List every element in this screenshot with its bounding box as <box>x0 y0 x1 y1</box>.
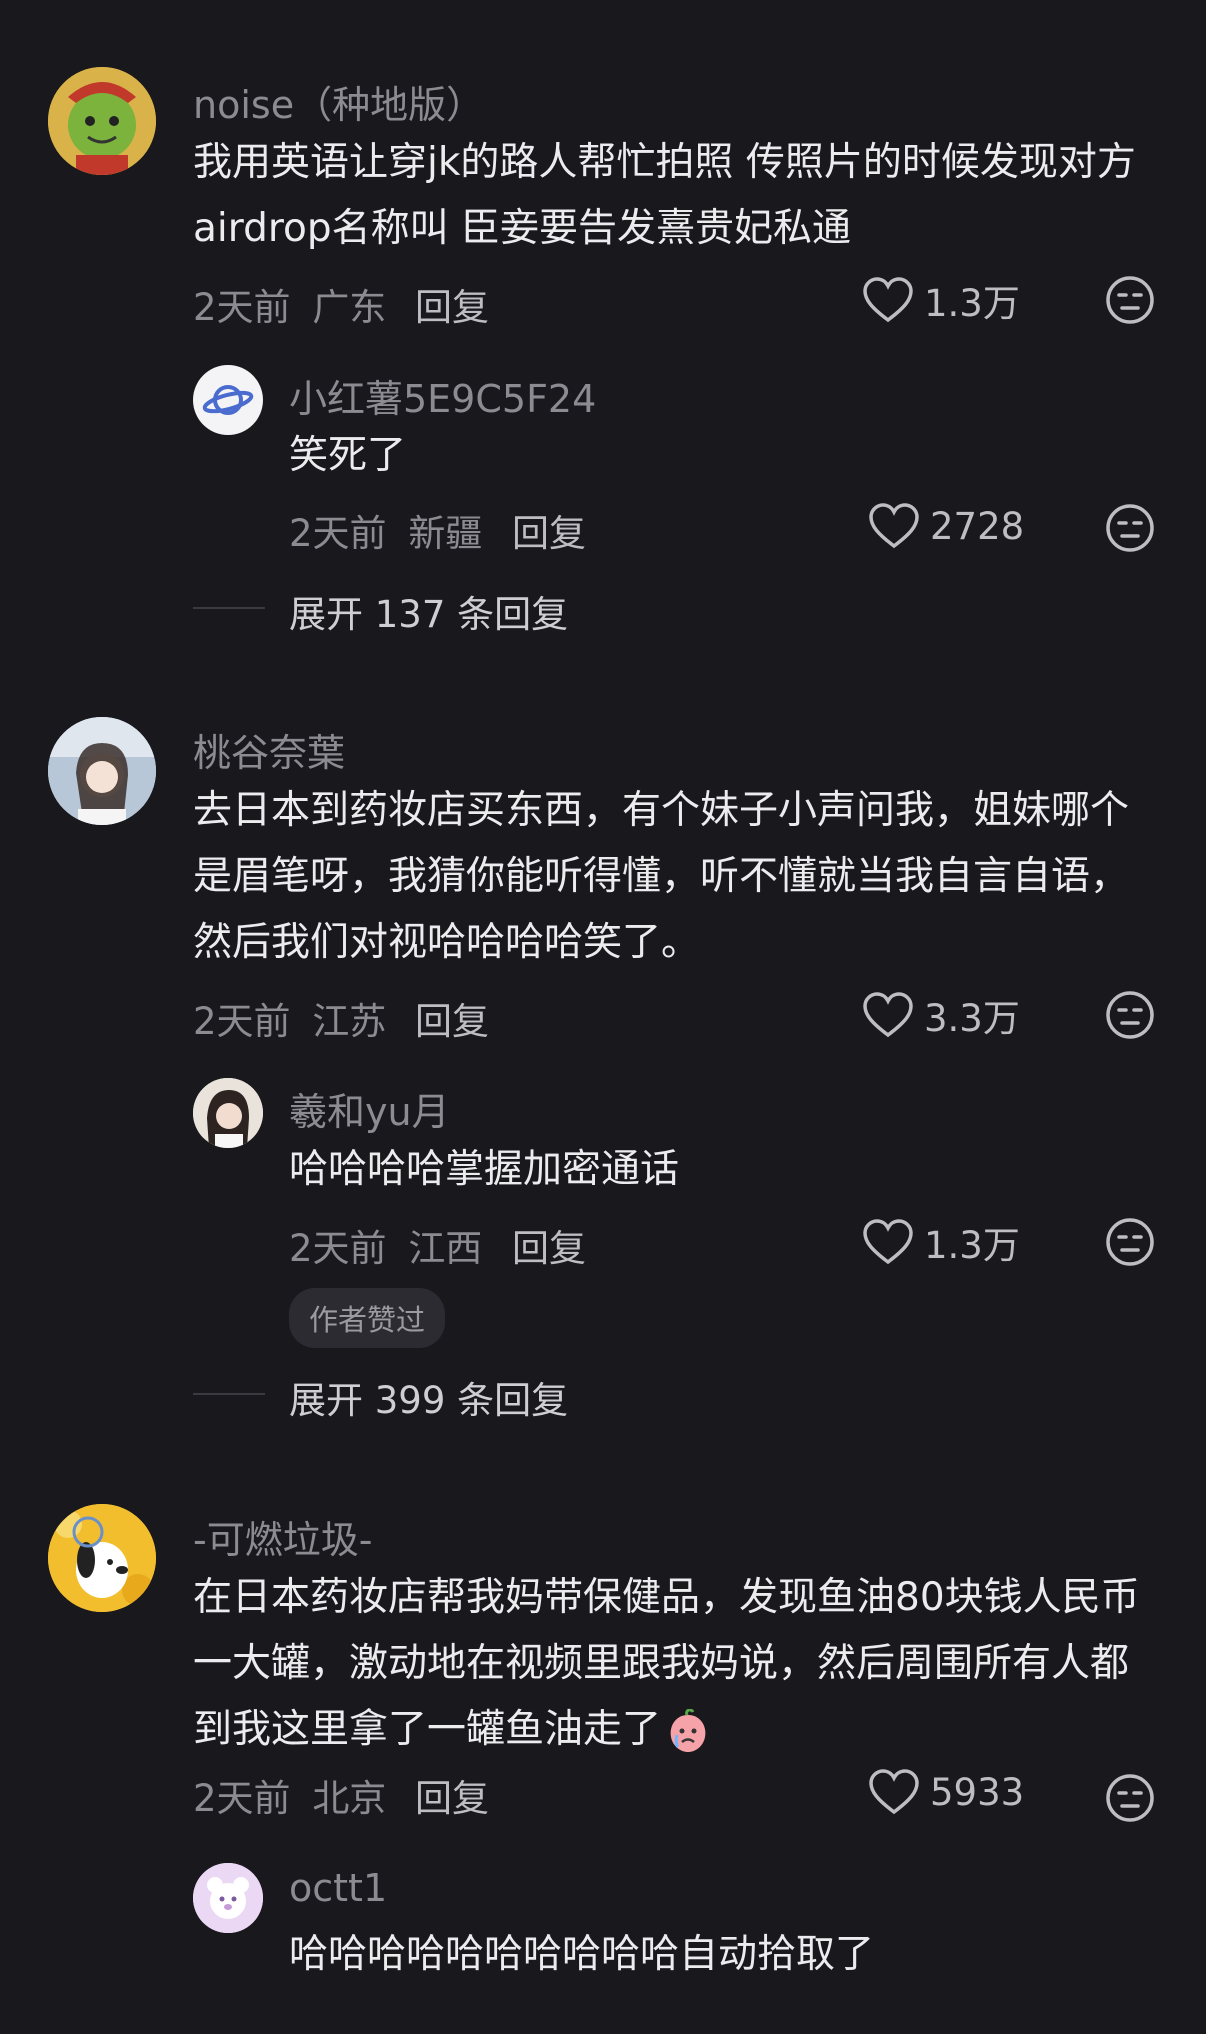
comment-text: 我用英语让穿jk的路人帮忙拍照 传照片的时候发现对方airdrop名称叫 臣妾要… <box>193 140 1136 251</box>
reply-text: 笑死了 <box>289 433 407 478</box>
reply-username[interactable]: octt1 <box>289 1866 387 1910</box>
like-button[interactable]: 1.3万 <box>862 273 1020 327</box>
avatar-image <box>48 67 156 175</box>
reply-text: 哈哈哈哈哈哈哈哈哈哈自动拾取了 <box>289 1932 875 1977</box>
expand-divider <box>193 607 265 609</box>
reply-button[interactable]: 回复 <box>415 1768 489 1822</box>
heart-outline-icon <box>869 503 919 549</box>
reply-button[interactable]: 回复 <box>512 1218 586 1272</box>
meh-face-icon[interactable] <box>1105 503 1155 553</box>
comment-username[interactable]: 桃谷奈葉 <box>193 722 345 777</box>
reply-button[interactable]: 回复 <box>512 503 586 557</box>
heart-outline-icon <box>869 1769 919 1815</box>
avatar[interactable] <box>48 67 156 175</box>
avatar[interactable] <box>48 1504 156 1612</box>
reply-time: 2天前 新疆 <box>289 503 482 557</box>
reply-location: 江西 <box>408 1227 483 1270</box>
like-count: 5933 <box>930 1770 1025 1814</box>
comment-location: 江苏 <box>312 1000 387 1043</box>
like-count: 1.3万 <box>924 282 1020 325</box>
author-liked-badge: 作者赞过 <box>289 1288 446 1348</box>
comment-time: 2天前 江苏 <box>193 991 386 1045</box>
like-button[interactable]: 5933 <box>868 1768 1024 1816</box>
like-button[interactable]: 2728 <box>868 502 1024 550</box>
comment-text: 在日本药妆店帮我妈带保健品，发现鱼油80块钱人民币一大罐，激动地在视频里跟我妈说… <box>193 1565 1163 1763</box>
comment-username[interactable]: -可燃垃圾- <box>193 1509 372 1564</box>
reply-avatar[interactable] <box>193 1078 263 1148</box>
reply-time: 2天前 江西 <box>289 1218 482 1272</box>
reply-button[interactable]: 回复 <box>415 991 489 1045</box>
reply-avatar[interactable] <box>193 1863 263 1933</box>
reply-button[interactable]: 回复 <box>415 277 489 331</box>
heart-outline-icon <box>863 992 913 1038</box>
planet-icon <box>202 385 254 415</box>
reply-time-value: 2天前 <box>289 512 387 555</box>
comment-username[interactable]: noise（种地版） <box>193 74 484 129</box>
like-button[interactable]: 3.3万 <box>862 988 1020 1042</box>
avatar-image <box>193 1078 263 1148</box>
meh-face-icon[interactable] <box>1105 275 1155 325</box>
meh-face-icon[interactable] <box>1105 990 1155 1040</box>
reply-text: 哈哈哈哈掌握加密通话 <box>289 1147 680 1192</box>
meh-face-icon[interactable] <box>1105 1773 1155 1823</box>
like-count: 3.3万 <box>924 997 1020 1040</box>
avatar-image <box>48 717 156 825</box>
meh-face-icon[interactable] <box>1105 1217 1155 1267</box>
reply-avatar[interactable] <box>193 365 263 435</box>
like-button[interactable]: 1.3万 <box>862 1215 1020 1269</box>
comment-text: 去日本到药妆店买东西，有个妹子小声问我，姐妹哪个是眉笔呀，我猜你能听得懂，听不懂… <box>193 788 1130 965</box>
crying-peach-emoji <box>670 1708 706 1752</box>
comment-time: 2天前 北京 <box>193 1768 386 1822</box>
like-count: 1.3万 <box>924 1224 1020 1267</box>
comment-time-value: 2天前 <box>193 1000 291 1043</box>
expand-replies-button[interactable]: 展开 137 条回复 <box>289 584 568 638</box>
comment-time-value: 2天前 <box>193 286 291 329</box>
heart-outline-icon <box>863 1219 913 1265</box>
avatar-image <box>48 1504 156 1612</box>
comment-time: 2天前 广东 <box>193 277 386 331</box>
like-count: 2728 <box>930 504 1025 548</box>
reply-username[interactable]: 羲和yu月 <box>289 1081 450 1136</box>
comment-location: 广东 <box>312 286 387 329</box>
comment-time-value: 2天前 <box>193 1777 291 1820</box>
heart-outline-icon <box>863 277 913 323</box>
expand-replies-button[interactable]: 展开 399 条回复 <box>289 1370 568 1424</box>
avatar-image <box>193 1863 263 1933</box>
reply-location: 新疆 <box>408 512 483 555</box>
avatar[interactable] <box>48 717 156 825</box>
comment-location: 北京 <box>312 1777 387 1820</box>
reply-username[interactable]: 小红薯5E9C5F24 <box>289 368 596 423</box>
reply-time-value: 2天前 <box>289 1227 387 1270</box>
expand-divider <box>193 1393 265 1395</box>
